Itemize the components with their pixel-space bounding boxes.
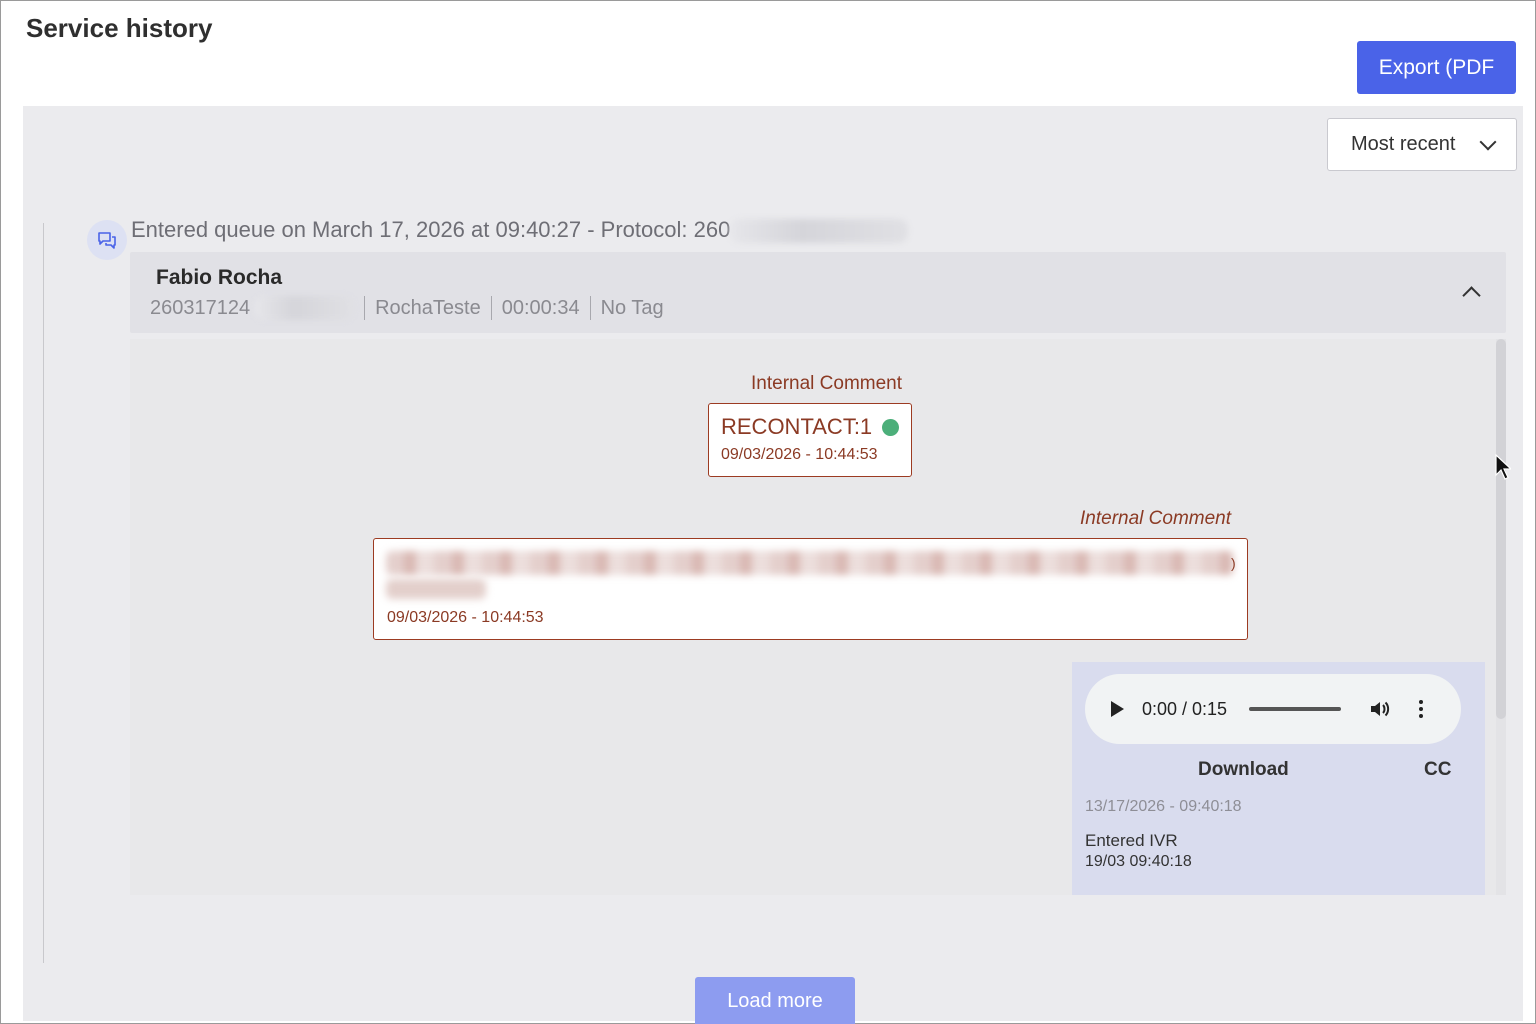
agent-meta: 260317124 RochaTeste 00:00:34 No Tag	[150, 296, 664, 320]
comment-trailing-char: )	[1231, 555, 1236, 571]
more-options-icon[interactable]	[1419, 700, 1424, 718]
scrollbar-thumb[interactable]	[1496, 339, 1506, 719]
comment-timestamp: 09/03/2026 - 10:44:53	[721, 446, 878, 463]
volume-icon[interactable]	[1369, 699, 1391, 719]
divider	[490, 296, 492, 320]
queue-entry-text: Entered queue on March 17, 2026 at 09:40…	[131, 217, 909, 244]
internal-comment-title: Internal Comment	[751, 373, 903, 394]
internal-comment-title: Internal Comment	[1080, 508, 1232, 529]
internal-comment-box: RECONTACT:1 09/03/2026 - 10:44:53	[708, 403, 912, 477]
audio-message-card: 0:00 / 0:15 Download CC 13/17/2026 - 09:…	[1072, 662, 1485, 895]
ivr-event-time: 19/03 09:40:18	[1085, 853, 1192, 870]
agent-tag: No Tag	[600, 296, 664, 319]
agent-duration: 00:00:34	[501, 296, 580, 319]
comment-timestamp: 09/03/2026 - 10:44:53	[387, 609, 544, 626]
cc-link[interactable]: CC	[1424, 759, 1451, 781]
divider	[364, 296, 366, 320]
audio-date: 13/17/2026 - 09:40:18	[1085, 798, 1242, 815]
audio-time: 0:00 / 0:15	[1142, 698, 1228, 719]
redacted-id-suffix	[254, 296, 355, 320]
sort-select[interactable]: Most recent	[1327, 118, 1517, 171]
status-dot-icon	[882, 418, 899, 436]
chat-bubbles-icon	[87, 220, 127, 260]
timeline-line	[43, 223, 44, 963]
agent-card[interactable]: Fabio Rocha 260317124 RochaTeste 00:00:3…	[130, 252, 1506, 333]
agent-name: Fabio Rocha	[156, 266, 283, 289]
messages-area[interactable]: Internal Comment RECONTACT:1 09/03/2026 …	[130, 339, 1506, 895]
export-pdf-button[interactable]: Export (PDF	[1357, 41, 1516, 94]
download-link[interactable]: Download	[1198, 759, 1289, 781]
agent-id: 260317124	[150, 296, 251, 319]
divider	[589, 296, 591, 320]
agent-team: RochaTeste	[375, 296, 481, 319]
queue-entry-label: Entered queue on March 17, 2026 at 09:40…	[131, 217, 731, 242]
page-title: Service history	[26, 13, 213, 43]
recontact-tag: RECONTACT:1	[721, 414, 899, 440]
redacted-comment-text	[386, 551, 1236, 599]
recontact-label: RECONTACT:1	[721, 414, 873, 439]
mouse-cursor-icon	[1495, 453, 1513, 485]
play-icon[interactable]	[1111, 701, 1124, 717]
internal-comment-box: ) 09/03/2026 - 10:44:53	[373, 538, 1248, 640]
audio-progress-slider[interactable]	[1249, 707, 1342, 711]
chevron-down-icon	[1479, 133, 1497, 150]
service-history-window: Service history Export (PDF Most recent …	[0, 0, 1536, 1024]
ivr-event-label: Entered IVR	[1085, 831, 1178, 850]
chevron-up-icon[interactable]	[1462, 283, 1481, 305]
audio-player[interactable]: 0:00 / 0:15	[1085, 674, 1461, 744]
load-more-button[interactable]: Load more	[695, 977, 855, 1024]
sort-selected-label: Most recent	[1351, 133, 1456, 155]
redacted-protocol	[730, 219, 909, 244]
